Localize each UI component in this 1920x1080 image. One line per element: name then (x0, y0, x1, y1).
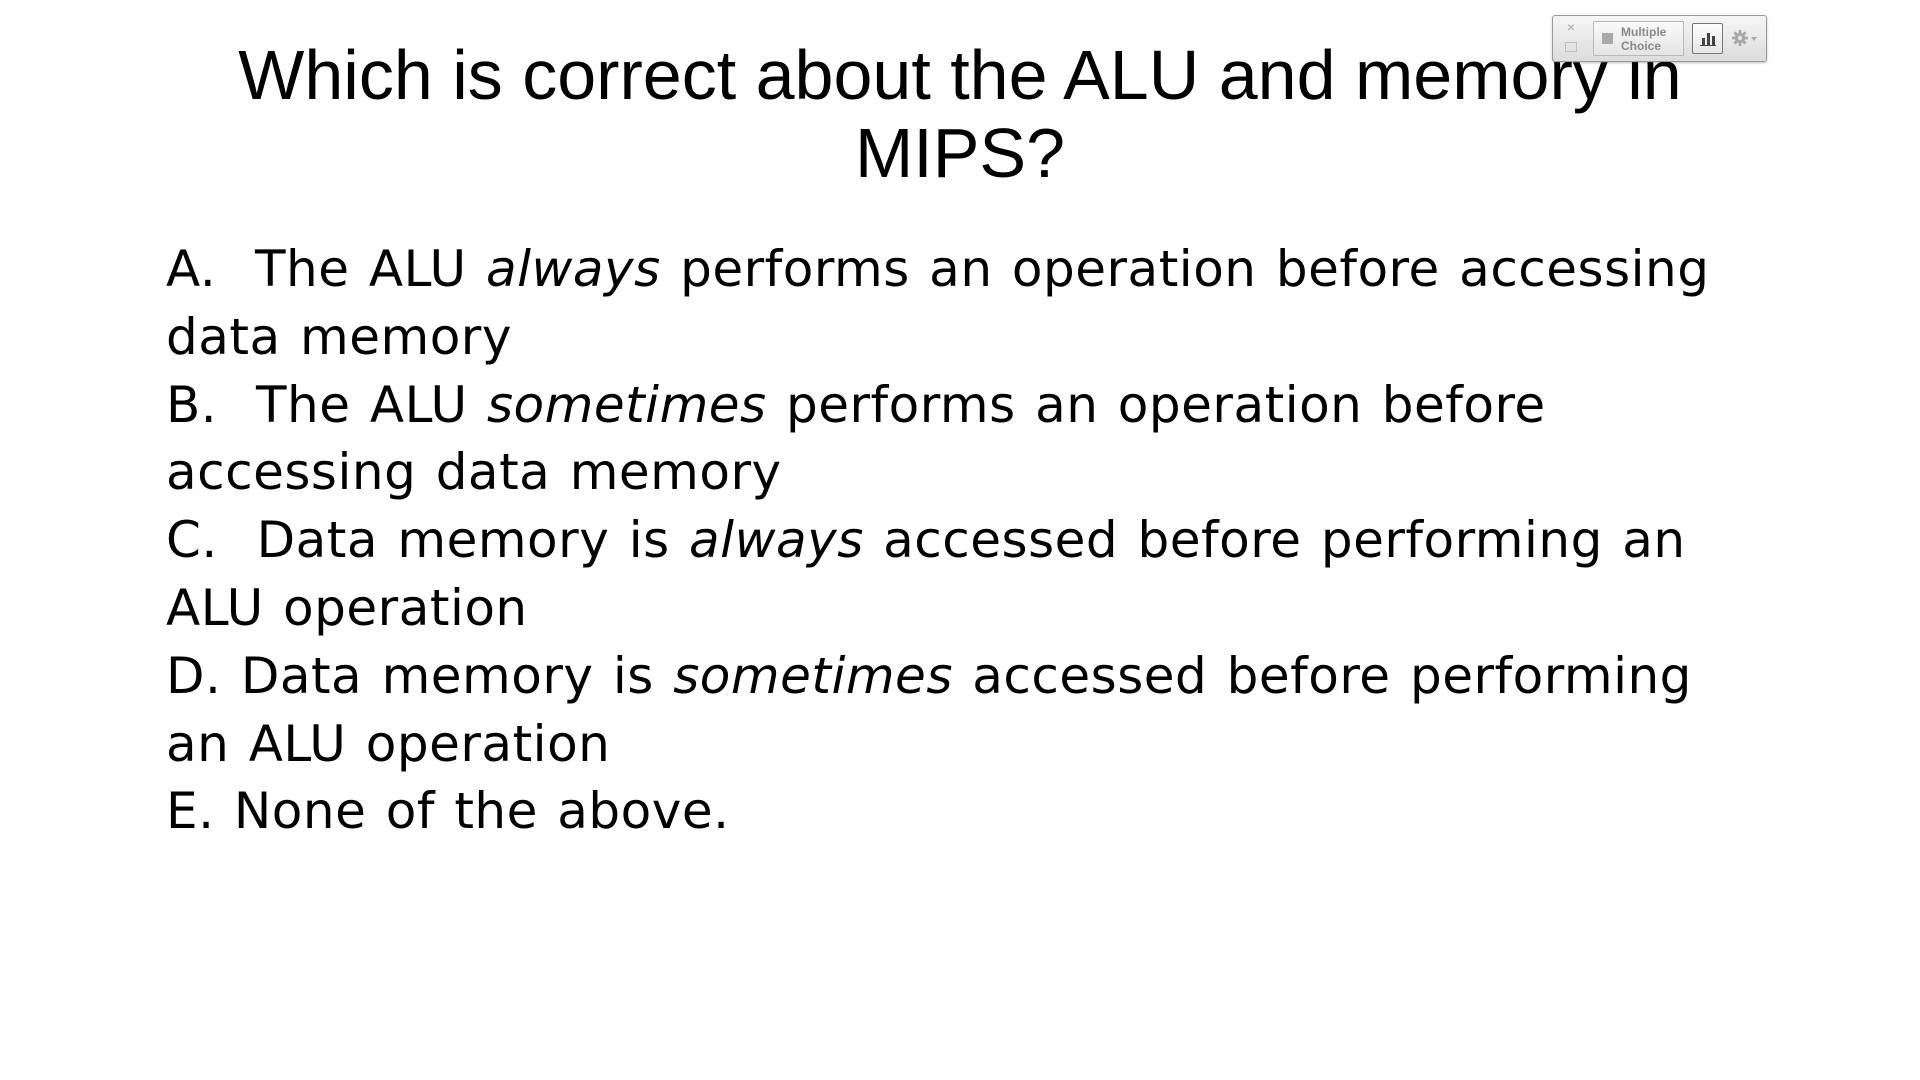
choice-a: A. The ALU always performs an operation … (166, 236, 1766, 372)
question-type-button[interactable]: Multiple Choice (1593, 21, 1684, 56)
question-type-label: Multiple Choice (1621, 25, 1667, 53)
choice-lead-text: The ALU (255, 240, 467, 298)
bar-chart-icon (1700, 33, 1716, 46)
choice-letter: E. (166, 782, 215, 841)
answer-choices: A. The ALU always performs an operation … (166, 236, 1766, 846)
choice-letter: D. (166, 646, 222, 705)
close-icon[interactable]: × (1564, 20, 1578, 34)
choice-letter: A. (166, 240, 217, 298)
choice-emphasis: sometimes (673, 646, 953, 705)
slide-title: Which is correct about the ALU and memor… (238, 36, 1682, 192)
poll-widget: × Multiple Choice (1552, 15, 1767, 62)
choice-lead-text: Data memory is (240, 646, 654, 705)
choice-emphasis: always (485, 240, 661, 298)
choice-lead-text: None of the above. (233, 782, 730, 841)
choice-lead-text: Data memory is (256, 511, 670, 570)
choice-letter: C. (166, 511, 218, 570)
choice-emphasis: always (689, 511, 864, 570)
choice-lead-text: The ALU (256, 375, 468, 434)
choice-emphasis: sometimes (486, 375, 767, 434)
gear-icon (1732, 30, 1748, 46)
caret-down-icon (1751, 37, 1757, 41)
choice-b: B. The ALU sometimes performs an operati… (166, 372, 1766, 508)
settings-dropdown-button[interactable] (1731, 27, 1761, 51)
choice-e: E. None of the above. (166, 778, 1766, 846)
show-results-button[interactable] (1692, 23, 1723, 54)
window-icon (1565, 42, 1577, 52)
choice-d: D. Data memory is sometimes accessed bef… (166, 643, 1766, 779)
square-icon (1602, 33, 1613, 44)
choice-letter: B. (166, 375, 218, 434)
choice-c: C. Data memory is always accessed before… (166, 507, 1766, 643)
slide: Which is correct about the ALU and memor… (0, 0, 1920, 1080)
